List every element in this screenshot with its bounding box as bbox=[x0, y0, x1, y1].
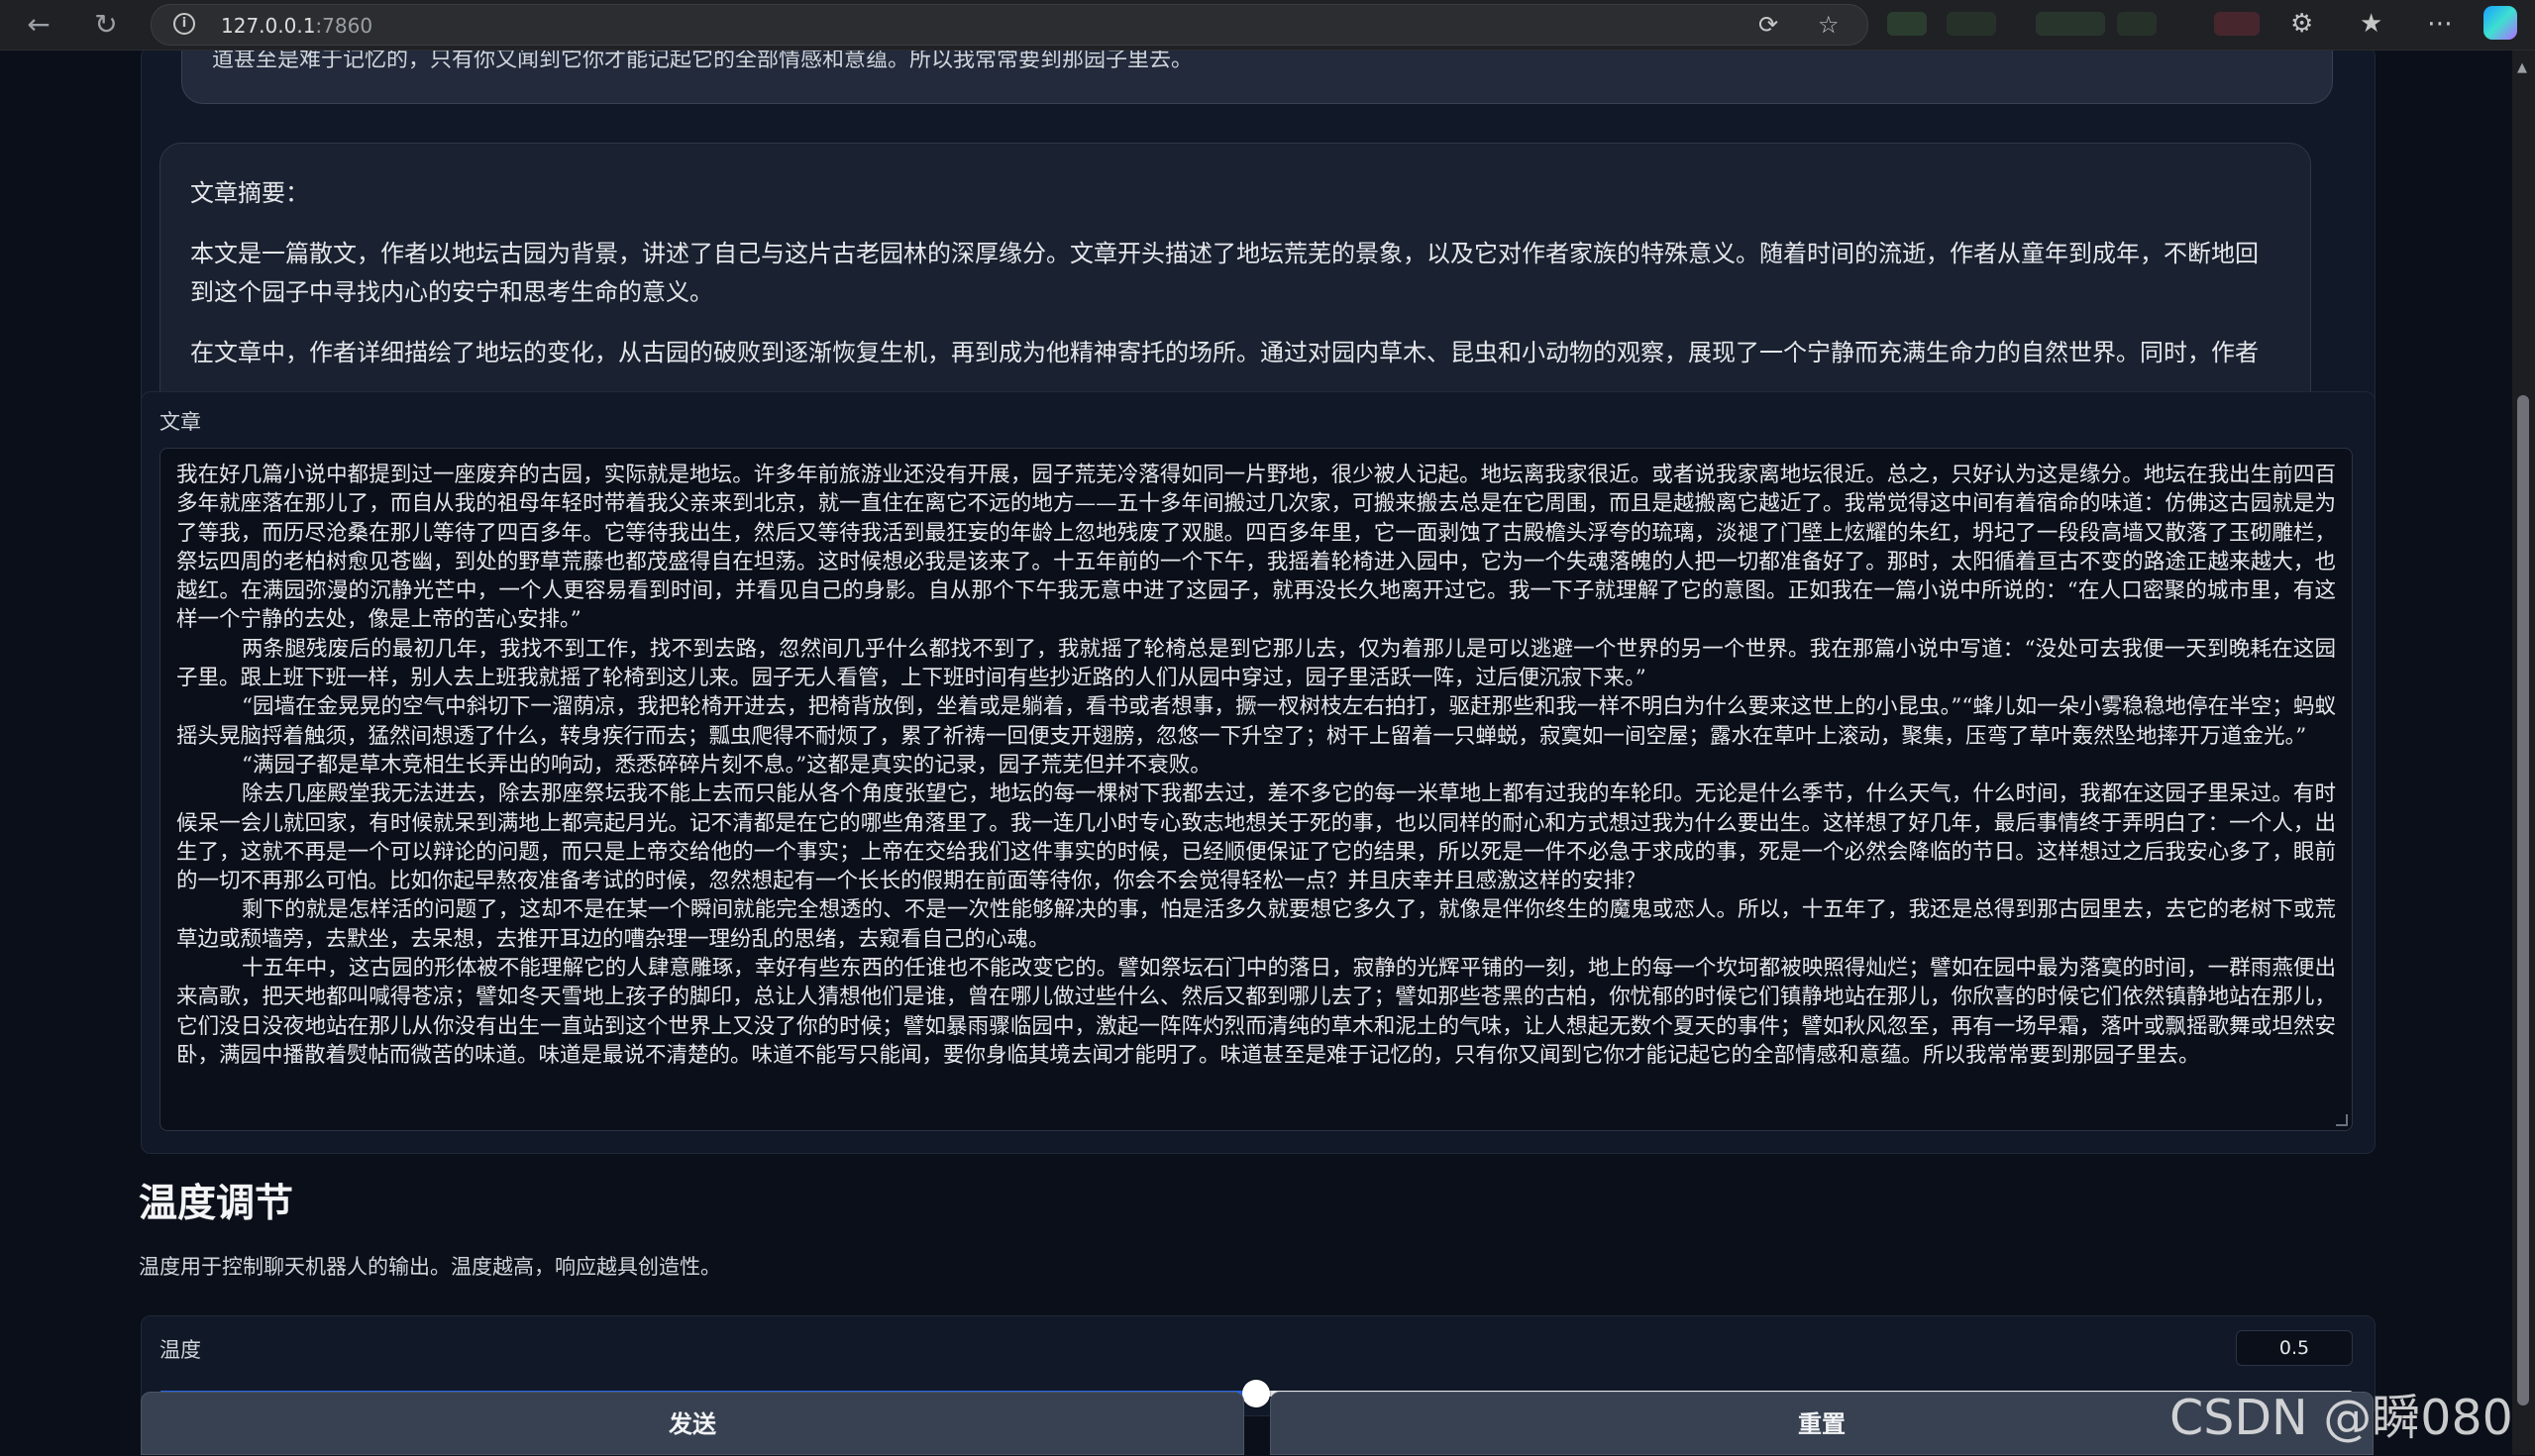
gradio-app: 道甚至是难于记忆的，只有你又闻到它你才能记起它的全部情感和意蕴。所以我常常要到那… bbox=[0, 51, 2512, 1455]
copilot-icon[interactable] bbox=[2483, 6, 2517, 40]
address-bar[interactable]: i 127.0.0.1:7860 ⟳ ☆ bbox=[151, 4, 1868, 46]
favorites-icon[interactable]: ★ bbox=[2360, 9, 2382, 39]
temperature-slider-thumb[interactable] bbox=[1242, 1380, 1270, 1407]
article-paragraph: 我在好几篇小说中都提到过一座废弃的古园，实际就是地坛。许多年前旅游业还没有开展，… bbox=[176, 463, 2336, 633]
extension-icon[interactable] bbox=[2117, 12, 2157, 36]
scroll-up-icon[interactable]: ▲ bbox=[2517, 60, 2527, 75]
reload-icon[interactable]: ↻ bbox=[89, 8, 123, 42]
scroll-thumb[interactable] bbox=[2517, 395, 2529, 1405]
url-host: 127.0.0.1 bbox=[221, 14, 316, 38]
summary-heading: 文章摘要： bbox=[190, 179, 309, 207]
user-message-bubble: 道甚至是难于记忆的，只有你又闻到它你才能记起它的全部情感和意蕴。所以我常常要到那… bbox=[181, 51, 2333, 104]
article-paragraph: 两条腿残废后的最初几年，我找不到工作，找不到去路，忽然间几乎什么都找不到了，我就… bbox=[176, 636, 2336, 691]
url-text[interactable]: 127.0.0.1:7860 bbox=[221, 14, 372, 38]
bot-message-bubble: 文章摘要： 本文是一篇散文，作者以地坛古园为背景，讲述了自己与这片古老园林的深厚… bbox=[159, 143, 2311, 418]
article-paragraph: 十五年中，这古园的形体被不能理解它的人肆意雕琢，幸好有些东西的任谁也不能改变它的… bbox=[176, 956, 2336, 1068]
translate-icon[interactable]: ⟳ bbox=[1758, 11, 1778, 39]
section-title: 温度调节 bbox=[139, 1182, 294, 1226]
puzzle-icon[interactable]: ⚙ bbox=[2290, 9, 2313, 39]
info-icon[interactable]: i bbox=[173, 13, 195, 35]
article-label: 文章 bbox=[159, 410, 201, 434]
extension-icon[interactable] bbox=[2214, 12, 2260, 36]
article-paragraph: “满园子都是草木竞相生长弄出的响动，悉悉碎碎片刻不息。”这都是真实的记录，园子荒… bbox=[242, 752, 1212, 778]
extension-icon[interactable] bbox=[1947, 12, 1996, 36]
chatbot-panel: 道甚至是难于记忆的，只有你又闻到它你才能记起它的全部情感和意蕴。所以我常常要到那… bbox=[141, 51, 2376, 419]
article-textarea[interactable]: 我在好几篇小说中都提到过一座废弃的古园，实际就是地坛。许多年前旅游业还没有开展，… bbox=[159, 448, 2353, 1131]
url-port: :7860 bbox=[315, 14, 373, 38]
more-icon[interactable]: ⋯ bbox=[2427, 9, 2453, 39]
section-description: 温度用于控制聊天机器人的输出。温度越高，响应越具创造性。 bbox=[139, 1255, 721, 1279]
extension-icon[interactable] bbox=[2036, 12, 2105, 36]
user-message-text: 道甚至是难于记忆的，只有你又闻到它你才能记起它的全部情感和意蕴。所以我常常要到那… bbox=[212, 51, 1194, 72]
article-paragraph: 剩下的就是怎样活的问题了，这却不是在某一个瞬间就能完全想透的、不是一次性能够解决… bbox=[176, 897, 2336, 952]
article-paragraph: “园墙在金晃晃的空气中斜切下一溜荫凉，我把轮椅开进去，把椅背放倒，坐着或是躺着，… bbox=[176, 694, 2336, 749]
star-icon[interactable]: ☆ bbox=[1818, 11, 1840, 39]
resize-handle-icon[interactable] bbox=[2336, 1114, 2348, 1126]
arrow-left-icon[interactable]: ← bbox=[22, 8, 55, 42]
watermark: CSDN @瞬0809 bbox=[2169, 1390, 2535, 1446]
browser-toolbar: ← ↻ i 127.0.0.1:7860 ⟳ ☆ ⚙ ★ ⋯ bbox=[0, 0, 2535, 51]
summary-paragraph: 在文章中，作者详细描绘了地坛的变化，从古园的破败到逐渐恢复生机，再到成为他精神寄… bbox=[190, 339, 2259, 366]
page-scrollbar[interactable]: ▲ bbox=[2512, 51, 2535, 1455]
extension-icon[interactable] bbox=[1887, 12, 1927, 36]
temperature-label: 温度 bbox=[159, 1338, 201, 1362]
article-paragraph: 除去几座殿堂我无法进去，除去那座祭坛我不能上去而只能从各个角度张望它，地坛的每一… bbox=[176, 781, 2336, 894]
summary-paragraph: 本文是一篇散文，作者以地坛古园为背景，讲述了自己与这片古老园林的深厚缘分。文章开… bbox=[190, 240, 2259, 306]
article-block: 文章 我在好几篇小说中都提到过一座废弃的古园，实际就是地坛。许多年前旅游业还没有… bbox=[141, 391, 2376, 1154]
temperature-number-input[interactable]: 0.5 bbox=[2236, 1330, 2353, 1366]
send-button[interactable]: 发送 bbox=[141, 1392, 1244, 1455]
